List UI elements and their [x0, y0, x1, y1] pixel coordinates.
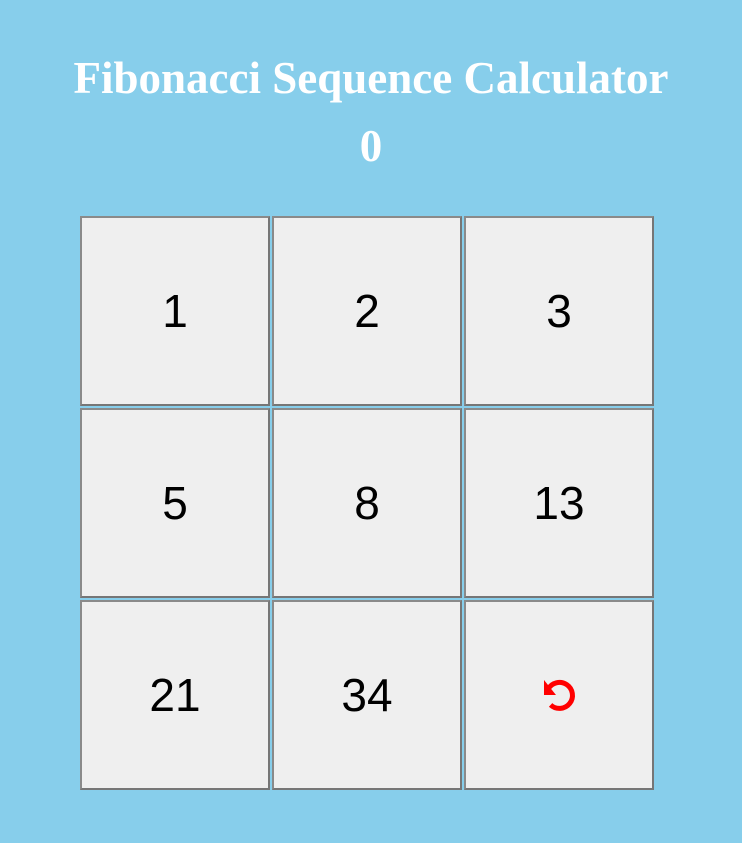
fib-button-3[interactable]: 3 — [464, 216, 654, 406]
fib-button-13[interactable]: 13 — [464, 408, 654, 598]
reset-button[interactable] — [464, 600, 654, 790]
fib-button-5[interactable]: 5 — [80, 408, 270, 598]
fib-button-21[interactable]: 21 — [80, 600, 270, 790]
result-display: 0 — [359, 121, 383, 171]
fib-button-2[interactable]: 2 — [272, 216, 462, 406]
keypad: 1 2 3 5 8 13 21 34 — [80, 216, 656, 790]
page-title: Fibonacci Sequence Calculator — [73, 53, 669, 104]
fib-button-8[interactable]: 8 — [272, 408, 462, 598]
fib-button-1[interactable]: 1 — [80, 216, 270, 406]
undo-icon — [536, 672, 582, 718]
fib-button-34[interactable]: 34 — [272, 600, 462, 790]
